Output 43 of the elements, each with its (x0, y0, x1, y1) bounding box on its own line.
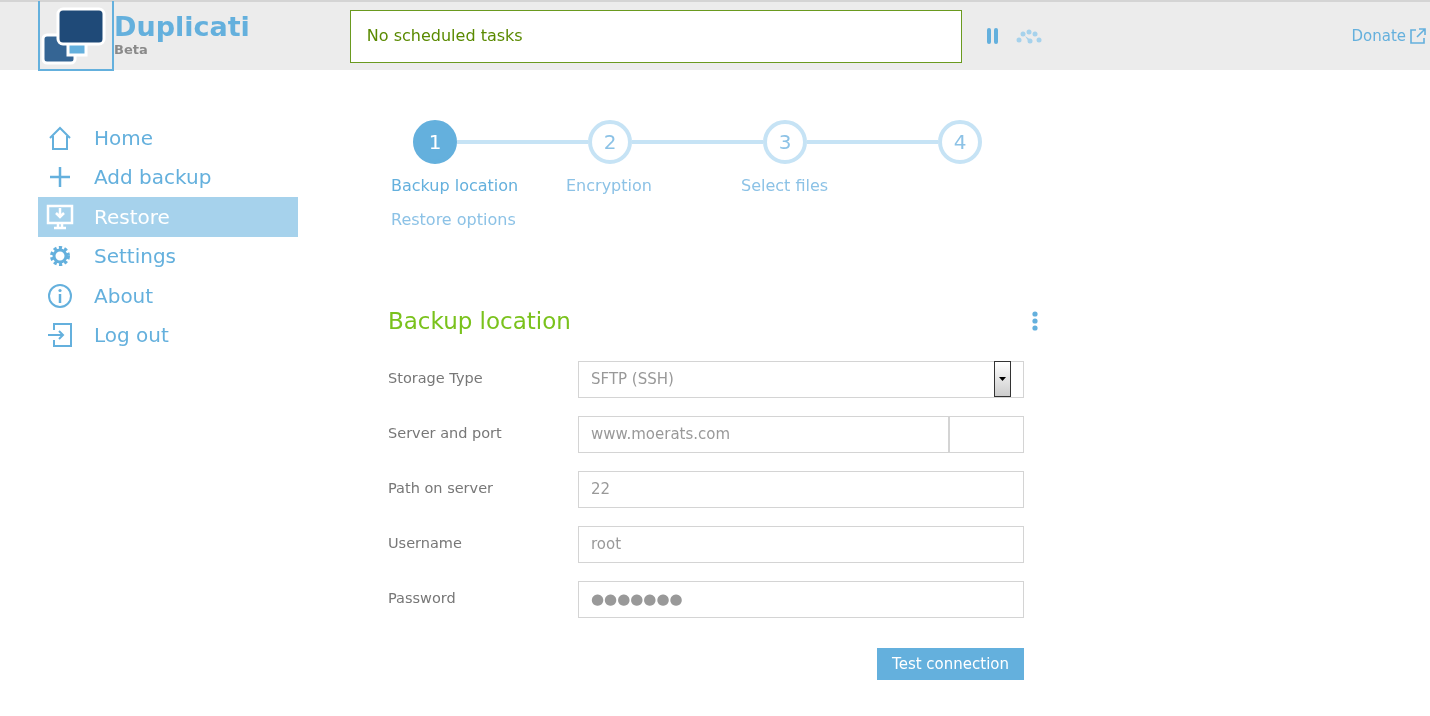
sidebar-item[interactable]: Add backup (38, 157, 298, 197)
input-field[interactable]: 22 (578, 470, 1024, 508)
input-field[interactable]: ●●●●●●● (578, 580, 1024, 618)
field-label: Password (388, 589, 457, 609)
pause-icon (985, 27, 1000, 45)
status-message: No scheduled tasks (349, 9, 962, 63)
app-name: Duplicati (114, 12, 250, 40)
step-label[interactable]: Select files (741, 174, 916, 208)
more-options-button[interactable] (1032, 311, 1038, 332)
field-label: Storage Type (388, 369, 484, 389)
speedometer-icon (1015, 28, 1042, 44)
step-label[interactable]: Backup location (391, 174, 566, 208)
field-label: Path on server (388, 479, 495, 499)
logout-icon (46, 321, 74, 350)
donate-link[interactable]: Donate (1351, 24, 1426, 48)
step-label[interactable]: Encryption (566, 174, 741, 208)
step-number[interactable]: 4 (938, 120, 982, 164)
info-icon (46, 281, 74, 310)
caret-icon (999, 377, 1006, 381)
step-number[interactable]: 3 (763, 120, 807, 164)
monitor-download-icon (46, 202, 74, 231)
external-link-icon (1410, 28, 1426, 44)
input-field[interactable]: www.moerats.com (578, 415, 949, 453)
input-field[interactable]: root (578, 525, 1024, 563)
test-connection-button[interactable]: Test connection (877, 647, 1024, 680)
sidebar-item[interactable]: About (38, 276, 298, 316)
field-label: Username (388, 534, 463, 554)
section-title: Backup location (388, 307, 571, 336)
port-field[interactable] (949, 415, 1024, 453)
throttle-button[interactable] (1015, 28, 1042, 44)
sidebar-item[interactable]: Restore (38, 197, 298, 237)
field-label: Server and port (388, 424, 503, 444)
sidebar-item[interactable]: Settings (38, 236, 298, 276)
dropdown-value: SFTP (SSH) (591, 368, 674, 390)
pause-button[interactable] (985, 27, 1000, 45)
sidebar-item[interactable]: Home (38, 118, 298, 158)
step-number[interactable]: 1 (413, 120, 457, 164)
storage-type-dropdown[interactable]: SFTP (SSH) (578, 360, 1024, 398)
sidebar-item[interactable]: Log out (38, 315, 298, 355)
kebab-menu-icon (1032, 311, 1038, 332)
step-label[interactable]: Restore options (391, 208, 566, 242)
app-subtitle: Beta (114, 41, 148, 59)
step-number[interactable]: 2 (588, 120, 632, 164)
